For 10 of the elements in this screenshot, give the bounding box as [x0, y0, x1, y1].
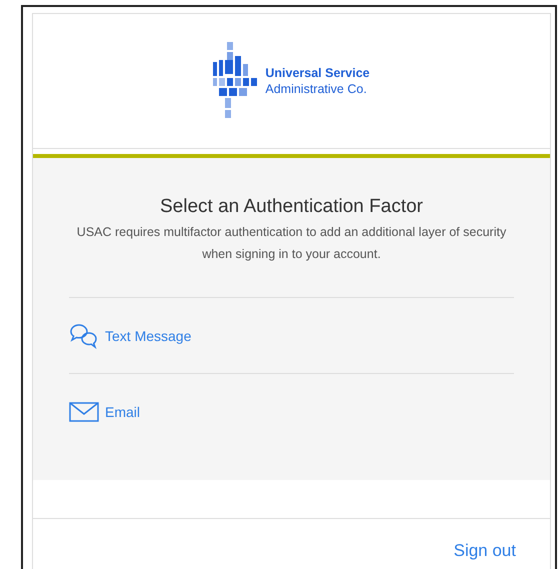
chat-bubbles-icon — [69, 322, 99, 348]
description: USAC requires multifactor authentication to add an additional layer of security when signing in to your account. — [76, 224, 508, 263]
logo-subtitle: Administrative Co. — [265, 81, 368, 97]
factor-link[interactable]: Email — [105, 404, 140, 420]
sign-out-link[interactable]: Sign out — [454, 541, 516, 561]
logo-title: Universal Service — [265, 65, 370, 81]
heading: Select an Authentication Factor — [159, 196, 424, 218]
logo-icon — [213, 42, 260, 120]
factor-link[interactable]: Text Message — [105, 328, 192, 344]
envelope-icon — [69, 402, 99, 422]
